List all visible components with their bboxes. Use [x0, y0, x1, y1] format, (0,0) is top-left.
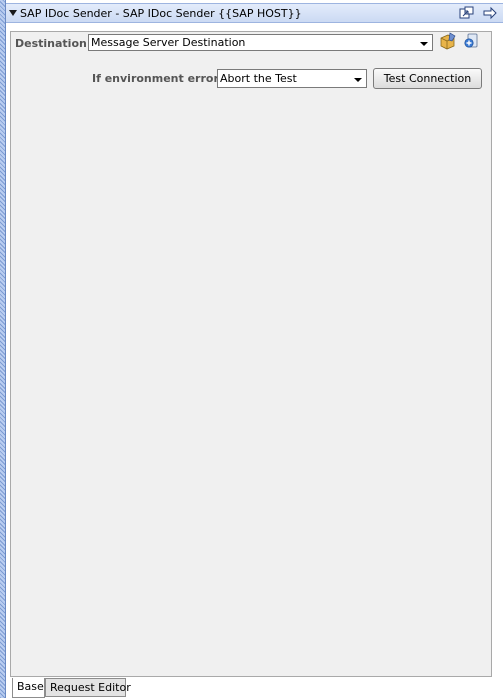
env-error-value: Abort the Test: [220, 72, 297, 85]
destination-label: Destination:: [15, 37, 92, 50]
add-destination-icon[interactable]: [463, 32, 481, 50]
chevron-down-icon: [420, 42, 428, 46]
env-error-label: If environment error:: [92, 72, 224, 85]
left-edge-stripe: [0, 0, 6, 698]
destination-select[interactable]: Message Server Destination: [88, 34, 433, 51]
destination-value: Message Server Destination: [91, 36, 246, 49]
chevron-down-icon: [354, 78, 362, 82]
maximize-icon[interactable]: [459, 6, 475, 20]
pin-arrow-icon[interactable]: [482, 6, 498, 20]
env-error-select[interactable]: Abort the Test: [217, 69, 367, 88]
edit-destination-icon[interactable]: [439, 32, 457, 50]
base-panel: Destination: Message Server Destination …: [10, 31, 492, 677]
collapse-triangle-icon[interactable]: [9, 10, 17, 16]
tab-request-editor[interactable]: Request Editor: [45, 678, 131, 697]
panel-header: SAP IDoc Sender - SAP IDoc Sender {{SAP …: [6, 3, 503, 23]
tab-base[interactable]: Base: [12, 678, 45, 698]
test-connection-button[interactable]: Test Connection: [373, 68, 482, 89]
panel-title: SAP IDoc Sender - SAP IDoc Sender {{SAP …: [20, 7, 302, 20]
bottom-tab-bar: Base Request Editor: [10, 678, 492, 698]
